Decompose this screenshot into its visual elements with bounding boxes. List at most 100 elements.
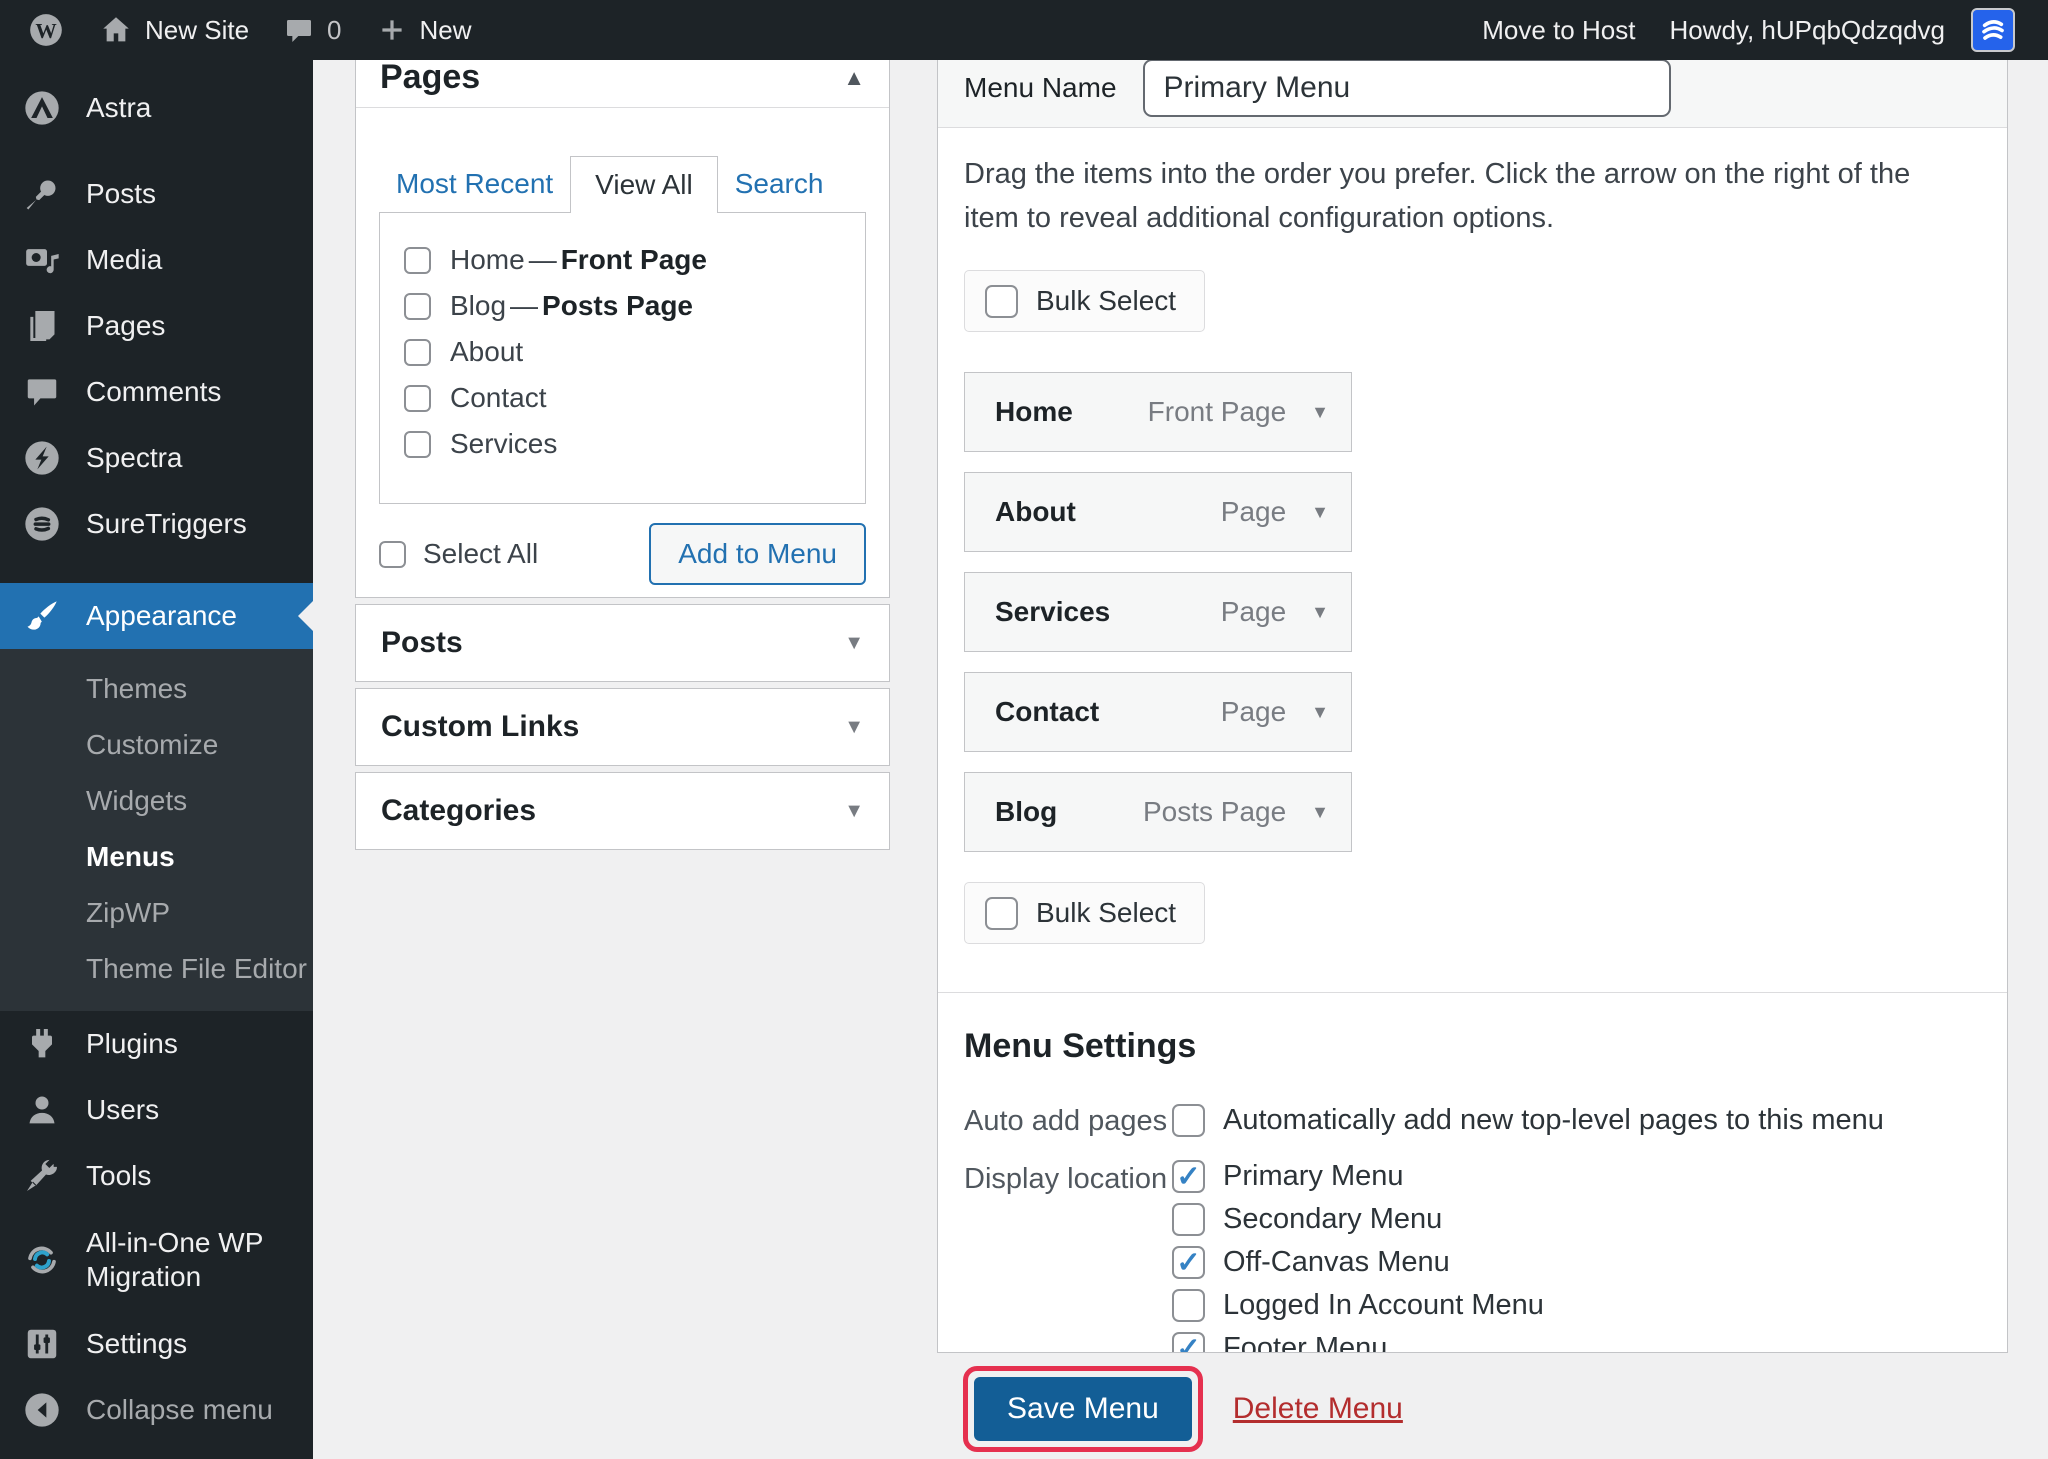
- expand-item-icon[interactable]: ▼: [1311, 502, 1329, 523]
- select-all-checkbox[interactable]: [379, 541, 406, 568]
- new-content-menu[interactable]: New: [359, 0, 489, 60]
- location-checkbox-off-canvas[interactable]: [1172, 1246, 1205, 1279]
- appearance-submenu: Themes Customize Widgets Menus ZipWP The…: [0, 649, 313, 1011]
- spectra-icon: [20, 438, 64, 478]
- checkbox-home[interactable]: [404, 247, 431, 274]
- menu-name-input[interactable]: [1143, 59, 1671, 117]
- menu-item-contact[interactable]: Contact Page ▼: [964, 672, 1352, 752]
- page-checkbox-row-about[interactable]: About: [404, 329, 865, 375]
- sidebar-item-posts[interactable]: Posts: [0, 161, 313, 227]
- add-to-menu-button[interactable]: Add to Menu: [649, 523, 866, 585]
- bulk-select-top[interactable]: Bulk Select: [964, 270, 1205, 332]
- location-secondary-menu[interactable]: Secondary Menu: [1172, 1203, 1544, 1236]
- display-location-row: Display location Primary Menu Secondary …: [964, 1160, 1981, 1353]
- location-footer-menu[interactable]: Footer Menu: [1172, 1332, 1544, 1353]
- sidebar-item-tools[interactable]: Tools: [0, 1143, 313, 1209]
- bulk-select-checkbox[interactable]: [985, 285, 1018, 318]
- page-checkbox-row-services[interactable]: Services: [404, 421, 865, 467]
- checkbox-blog[interactable]: [404, 293, 431, 320]
- migration-icon: [20, 1240, 64, 1280]
- avatar: [1971, 8, 2015, 52]
- menu-item-title: Contact: [995, 696, 1099, 728]
- location-checkbox-secondary[interactable]: [1172, 1203, 1205, 1236]
- expand-item-icon[interactable]: ▼: [1311, 602, 1329, 623]
- submenu-item-widgets[interactable]: Widgets: [0, 773, 313, 829]
- sidebar-item-astra[interactable]: Astra: [0, 75, 313, 141]
- accordion-posts[interactable]: Posts ▼: [355, 604, 890, 682]
- menu-item-home[interactable]: Home Front Page ▼: [964, 372, 1352, 452]
- media-icon: [20, 240, 64, 280]
- site-name-label: New Site: [145, 15, 249, 46]
- menu-item-blog[interactable]: Blog Posts Page ▼: [964, 772, 1352, 852]
- menu-item-about[interactable]: About Page ▼: [964, 472, 1352, 552]
- sidebar-label-posts: Posts: [86, 178, 156, 210]
- sidebar-item-pages[interactable]: Pages: [0, 293, 313, 359]
- menu-item-type: Page: [1221, 596, 1286, 628]
- sidebar-item-users[interactable]: Users: [0, 1077, 313, 1143]
- checkbox-services[interactable]: [404, 431, 431, 458]
- save-menu-button[interactable]: Save Menu: [974, 1377, 1192, 1441]
- accordion-categories[interactable]: Categories ▼: [355, 772, 890, 850]
- location-checkbox-primary[interactable]: [1172, 1160, 1205, 1193]
- location-label: Secondary Menu: [1223, 1203, 1442, 1236]
- location-logged-in-account-menu[interactable]: Logged In Account Menu: [1172, 1289, 1544, 1322]
- sidebar-item-spectra[interactable]: Spectra: [0, 425, 313, 491]
- location-primary-menu[interactable]: Primary Menu: [1172, 1160, 1544, 1193]
- menu-item-title: Home: [995, 396, 1073, 428]
- page-checkbox-row-blog[interactable]: Blog—Posts Page: [404, 283, 865, 329]
- sidebar-item-settings[interactable]: Settings: [0, 1311, 313, 1377]
- sidebar-item-suretriggers[interactable]: SureTriggers: [0, 491, 313, 557]
- menu-actions-footer: Save Menu Delete Menu: [963, 1366, 1403, 1452]
- display-location-label: Display location: [964, 1160, 1172, 1353]
- submenu-item-customize[interactable]: Customize: [0, 717, 313, 773]
- page-checkbox-row-home[interactable]: Home—Front Page: [404, 237, 865, 283]
- expand-item-icon[interactable]: ▼: [1311, 402, 1329, 423]
- wordpress-logo-icon: W: [27, 11, 65, 49]
- location-checkbox-logged-in[interactable]: [1172, 1289, 1205, 1322]
- wp-logo-menu[interactable]: W: [10, 0, 82, 60]
- chevron-down-icon: ▼: [844, 800, 864, 823]
- delete-menu-link[interactable]: Delete Menu: [1233, 1392, 1403, 1426]
- sidebar-item-ai1wm[interactable]: All-in-One WP Migration: [0, 1209, 313, 1311]
- page-label: Contact: [450, 382, 547, 414]
- tab-view-all[interactable]: View All: [570, 156, 718, 213]
- sidebar-label-plugins: Plugins: [86, 1028, 178, 1060]
- expand-item-icon[interactable]: ▼: [1311, 702, 1329, 723]
- plugin-icon: [20, 1024, 64, 1064]
- submenu-item-themes[interactable]: Themes: [0, 661, 313, 717]
- submenu-item-zipwp[interactable]: ZipWP: [0, 885, 313, 941]
- tab-most-recent[interactable]: Most Recent: [379, 156, 570, 212]
- sidebar-item-comments[interactable]: Comments: [0, 359, 313, 425]
- submenu-item-menus[interactable]: Menus: [0, 829, 313, 885]
- location-off-canvas-menu[interactable]: Off-Canvas Menu: [1172, 1246, 1544, 1279]
- page-label: Home—Front Page: [450, 244, 707, 276]
- checkbox-contact[interactable]: [404, 385, 431, 412]
- tab-search[interactable]: Search: [718, 156, 841, 212]
- submenu-item-theme-file-editor[interactable]: Theme File Editor: [0, 941, 313, 997]
- menu-item-type: Posts Page: [1143, 796, 1286, 828]
- expand-item-icon[interactable]: ▼: [1311, 802, 1329, 823]
- bulk-select-checkbox[interactable]: [985, 897, 1018, 930]
- page-checkbox-row-contact[interactable]: Contact: [404, 375, 865, 421]
- howdy-account-menu[interactable]: Howdy, hUPqbQdzqdvg: [1652, 0, 2032, 60]
- location-checkbox-footer[interactable]: [1172, 1332, 1205, 1353]
- collapse-panel-icon[interactable]: ▲: [843, 65, 865, 97]
- sidebar-item-plugins[interactable]: Plugins: [0, 1011, 313, 1077]
- auto-add-pages-field[interactable]: Automatically add new top-level pages to…: [1172, 1102, 1884, 1138]
- menu-item-services[interactable]: Services Page ▼: [964, 572, 1352, 652]
- bulk-select-bottom[interactable]: Bulk Select: [964, 882, 1205, 944]
- collapse-menu-button[interactable]: Collapse menu: [0, 1377, 313, 1443]
- section-divider: [938, 992, 2007, 993]
- sidebar-item-appearance[interactable]: Appearance: [0, 583, 313, 649]
- select-all-label: Select All: [423, 538, 538, 570]
- pages-panel: Pages ▲ Most Recent View All Search Home…: [355, 0, 890, 598]
- sidebar-item-media[interactable]: Media: [0, 227, 313, 293]
- comments-menu[interactable]: 0: [266, 0, 358, 60]
- checkbox-about[interactable]: [404, 339, 431, 366]
- sidebar-label-settings: Settings: [86, 1328, 187, 1360]
- site-name-menu[interactable]: New Site: [82, 0, 266, 60]
- select-all-row[interactable]: Select All: [379, 538, 538, 570]
- accordion-custom-links[interactable]: Custom Links ▼: [355, 688, 890, 766]
- auto-add-checkbox[interactable]: [1172, 1104, 1205, 1137]
- move-to-host-menu[interactable]: Move to Host: [1465, 0, 1652, 60]
